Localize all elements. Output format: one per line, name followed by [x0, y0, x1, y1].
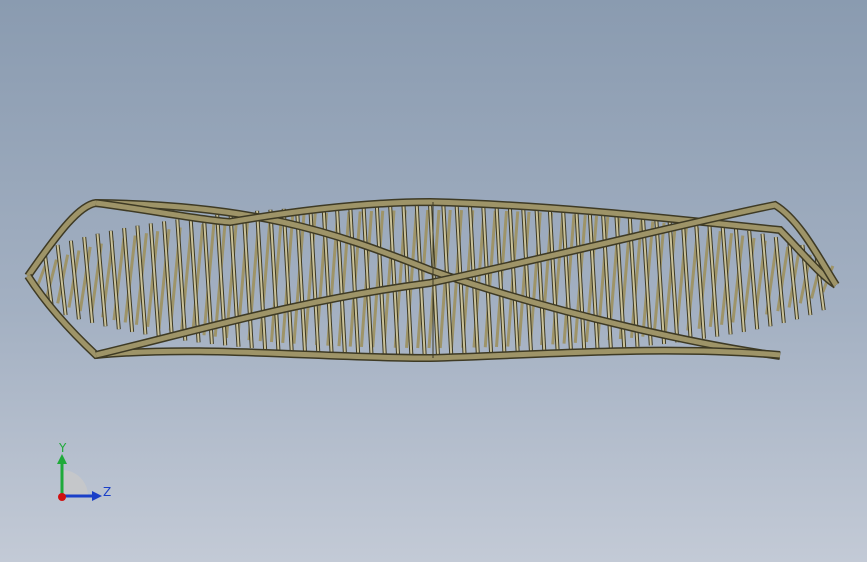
triad-axes	[57, 454, 102, 501]
graphics-viewport[interactable]: Y Z	[0, 0, 867, 562]
front-strut	[56, 244, 67, 316]
twisted-lattice-ring-model[interactable]	[0, 0, 867, 562]
triad-y-arrow	[57, 454, 67, 464]
triad-z-arrow	[92, 491, 102, 501]
orientation-triad[interactable]: Y Z	[40, 440, 120, 510]
triad-z-label: Z	[103, 485, 112, 499]
triad-x-axis	[58, 493, 66, 501]
triad-y-label: Y	[59, 441, 67, 455]
triad-plane-shade	[62, 470, 88, 496]
